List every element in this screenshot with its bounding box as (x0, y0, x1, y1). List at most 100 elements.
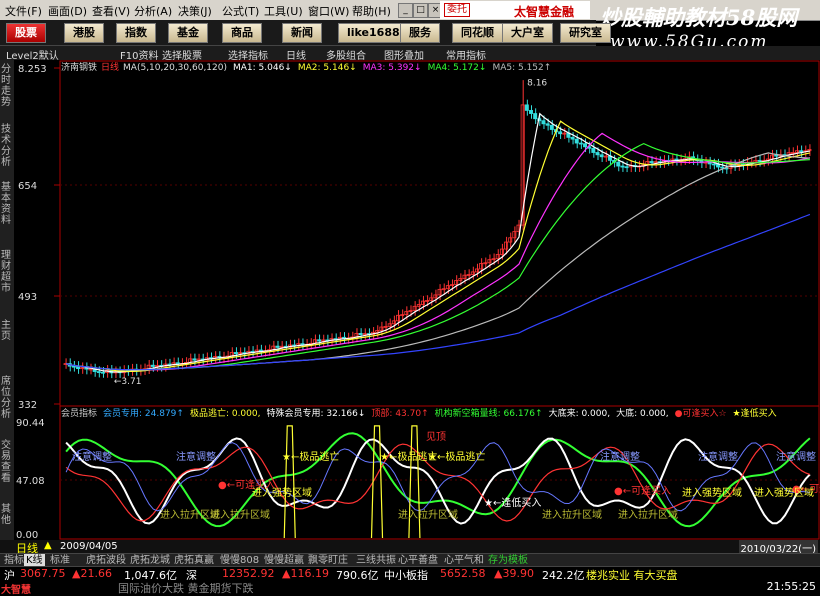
toolbar-button-2[interactable]: 指数 (116, 23, 156, 43)
menu-item-6[interactable]: 工具(U) (264, 3, 303, 19)
indicator-annotation-17: 进入拉升区域 (398, 508, 458, 521)
clock: 21:55:25 (766, 580, 816, 593)
candle-body (96, 371, 101, 373)
indicator-tabs: 指标 K线 标准 虎拓波段 虎拓龙城 虎拓真赢 慢慢808 慢慢超赢 飘零盯庄 三线共振 心平善盘心… (0, 553, 820, 567)
ticker-item-2: ▲21.66 (72, 567, 112, 580)
candle-body (317, 339, 322, 342)
period-name: 日线 (101, 61, 119, 73)
indicator-value-0: 会员指标 (61, 407, 97, 419)
candle-body (799, 150, 804, 153)
menu-item-1[interactable]: 画面(D) (48, 3, 87, 19)
candle-body (711, 163, 716, 166)
indicator-annotation-5: ★←极品逃亡 (282, 450, 339, 463)
menu-item-8[interactable]: 帮助(H) (352, 3, 391, 19)
restore-icon[interactable]: □ (413, 3, 428, 18)
indicator-annotation-2: 注意调整 (600, 450, 640, 463)
ma-value-0: MA1: 5.046↓ (233, 63, 292, 73)
candle-body (595, 152, 600, 156)
indicator-annotation-19: 进入拉升区域 (618, 508, 678, 521)
candle-body (233, 352, 238, 355)
candle-body (358, 332, 363, 336)
menu-item-7[interactable]: 窗口(W) (308, 3, 349, 19)
main-toolbar: 股票 港股 指数 基金 商品 新闻 like1688 服务 同花顺 大户室 研究室 (0, 20, 611, 46)
candle-body (774, 154, 779, 157)
side-tab-3[interactable]: 理财超市 (1, 250, 13, 294)
candle-body (599, 154, 604, 158)
menu-item-0[interactable]: 文件(F) (5, 3, 42, 19)
menu-item-2[interactable]: 查看(V) (92, 3, 130, 19)
ma-value-3: MA4: 5.172↓ (428, 63, 487, 73)
toolbar-button-4[interactable]: 商品 (222, 23, 262, 43)
side-tab-6[interactable]: 交易查看 (1, 440, 13, 484)
candle-body (720, 166, 725, 169)
candle-body (549, 124, 554, 130)
side-tab-1[interactable]: 技术分析 (1, 124, 13, 168)
minimize-icon[interactable]: _ (398, 3, 413, 18)
function-bar: Level2默认 F10资料 选择股票 选择指标 日线 多股组合 图形叠加 常用指标 (0, 46, 820, 62)
toolbar-button-7[interactable]: 服务 (400, 23, 440, 43)
kline-chart[interactable]: 8.253 654 493 332 济南钢铁 日线 MA(5,10,20,30,60,120… (14, 60, 820, 540)
candle-body (541, 120, 546, 125)
candle-body (591, 147, 596, 153)
period-triangle-icon[interactable]: ▲ (44, 540, 52, 551)
indicator-tick-label: 47.08 (16, 476, 45, 487)
period-bar: 日线 ▲ 2009/04/05 2010/03/22(一) (0, 540, 820, 555)
menu-item-5[interactable]: 公式(T) (222, 3, 259, 19)
candle-body (616, 161, 621, 167)
ma-value-1: MA2: 5.146↓ (298, 63, 357, 73)
toolbar-button-8[interactable]: 同花顺 (452, 23, 503, 43)
candle-body (620, 165, 625, 168)
menu-item-4[interactable]: 决策(J) (178, 3, 212, 19)
ma-value-4: MA5: 5.152↑ (492, 63, 551, 73)
price-tick-label: 654 (18, 181, 37, 192)
indicator-value-9: ★逢低买入 (733, 407, 777, 419)
toolbar-button-1[interactable]: 港股 (64, 23, 104, 43)
candle-body (533, 113, 538, 120)
candle-body (583, 143, 588, 148)
indicator-annotation-18: 进入拉升区域 (542, 508, 602, 521)
indicator-annotation-12: 进入强势区域 (252, 486, 312, 499)
toolbar-button-10[interactable]: 研究室 (560, 23, 611, 43)
side-tab-7[interactable]: 其他 (1, 504, 13, 526)
candle-body (529, 110, 533, 114)
toolbar-button-6[interactable]: like1688 (338, 23, 409, 43)
toolbar-button-5[interactable]: 新闻 (282, 23, 322, 43)
stock-name: 济南钢铁 (61, 61, 97, 73)
low-price-label: ←3.71 (114, 377, 142, 387)
candle-body (649, 161, 654, 164)
ticker-item-1: 3067.75 (20, 567, 66, 580)
trade-tag[interactable]: 委托 (444, 3, 470, 17)
candle-body (578, 142, 583, 145)
watermark-title: 炒股輔助教材58股网 (600, 5, 798, 30)
indicator-annotation-8: 见顶 (426, 431, 446, 443)
candle-body (150, 364, 155, 367)
ticker-item-10: ▲39.90 (494, 567, 534, 580)
peak-price-label: 8.16 (527, 78, 547, 88)
side-tab-4[interactable]: 主页 (1, 320, 13, 342)
candle-body (524, 104, 529, 111)
indicator-value-2: 极品逃亡: 0.000, (190, 407, 261, 419)
brand-name: 太智慧金融 (514, 5, 575, 19)
ma-value-2: MA3: 5.392↓ (363, 63, 422, 73)
brand-logo[interactable]: 委托 太智慧金融 (440, 1, 590, 19)
indicator-annotation-14: 进入强势区域 (754, 486, 814, 499)
news-bar: 大智慧 国际油价大跌 黄金期货下跌 21:55:25 (0, 580, 820, 596)
indicator-value-6: 大底来: 0.000, (549, 407, 611, 419)
indicator-value-3: 特殊会员专用: 32.166↓ (266, 407, 365, 419)
date-axis-start: 2009/04/05 (60, 541, 118, 552)
side-tab-5[interactable]: 席位分析 (1, 376, 13, 420)
indicator-value-5: 机构新空箱量线: 66.176↑ (435, 407, 543, 419)
toolbar-button-3[interactable]: 基金 (168, 23, 208, 43)
indicator-value-1: 会员专用: 24.879↑ (103, 407, 184, 419)
indicator-annotation-1: 注意调整 (176, 450, 216, 463)
side-tab-0[interactable]: 分时走势 (1, 64, 13, 108)
menu-item-3[interactable]: 分析(A) (134, 3, 172, 19)
price-tick-label: 493 (18, 292, 37, 303)
indicator-annotation-0: 注意调整 (72, 450, 112, 463)
toolbar-button-0[interactable]: 股票 (6, 23, 46, 43)
candle-body (757, 159, 762, 162)
indicator-annotation-16: 进入拉升区域 (210, 508, 270, 521)
toolbar-button-9[interactable]: 大户室 (502, 23, 553, 43)
side-tab-2[interactable]: 基本资料 (1, 182, 13, 226)
candle-body (545, 123, 550, 126)
